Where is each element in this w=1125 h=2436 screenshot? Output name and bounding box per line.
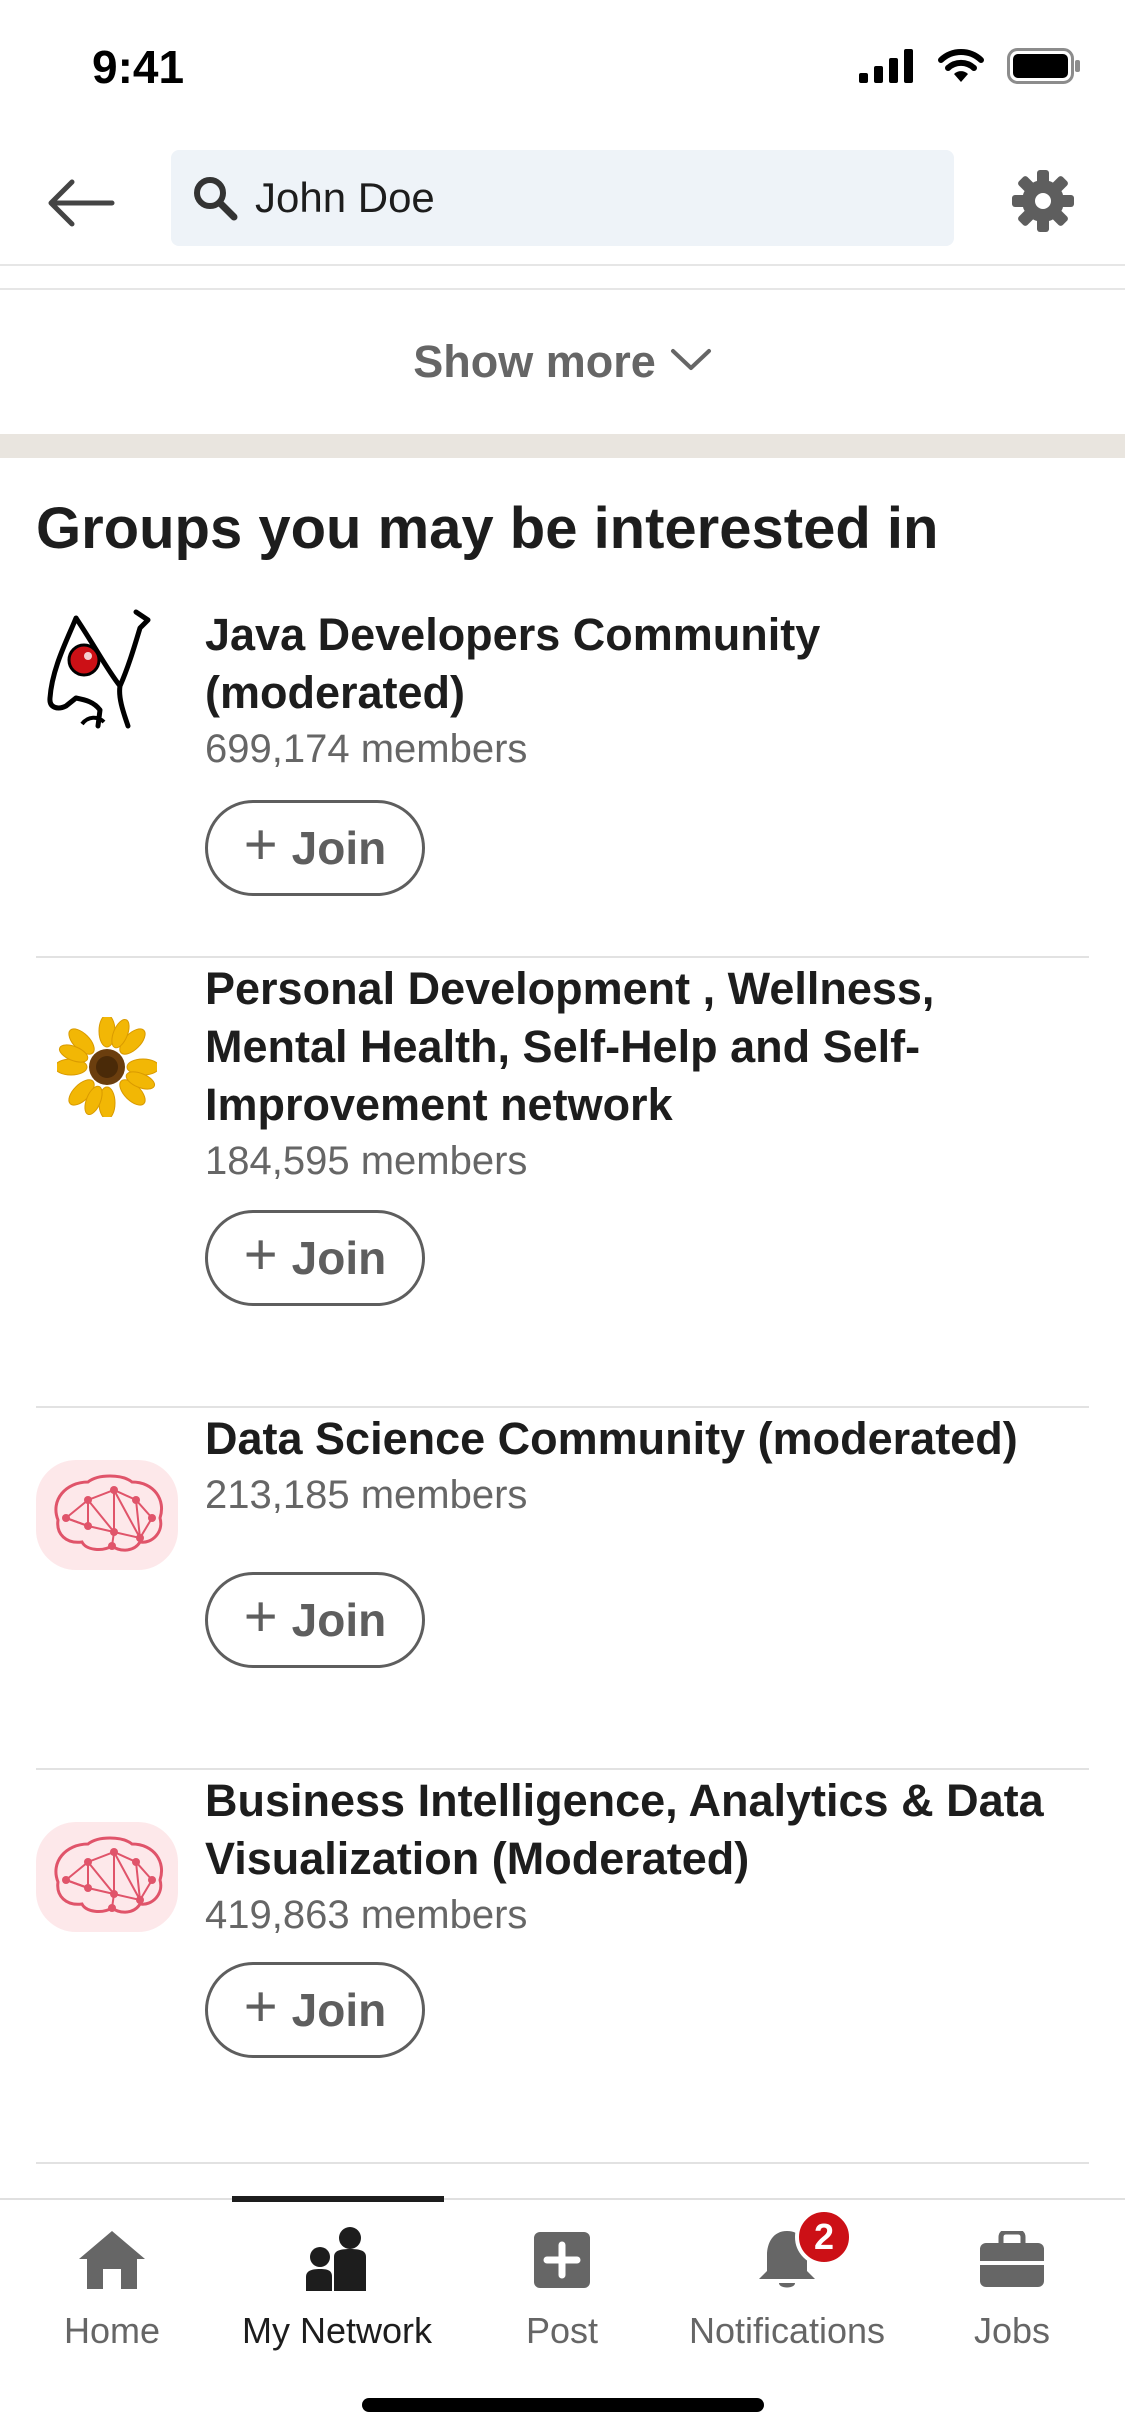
group-name-line: Business Intelligence, Analytics & Data <box>205 1775 1044 1826</box>
join-label: Join <box>291 1232 387 1284</box>
nav-label: Post <box>525 2310 599 2351</box>
nav-item-home[interactable]: Home <box>0 2220 224 2370</box>
show-more-label: Show more <box>413 336 656 387</box>
chevron-down-icon <box>670 347 712 378</box>
group-name[interactable]: Java Developers Community (moderated) <box>205 606 1095 722</box>
nav-item-post[interactable]: Post <box>450 2220 674 2370</box>
battery-icon <box>1007 48 1081 89</box>
notification-badge: 2 <box>795 2208 853 2266</box>
briefcase-icon <box>972 2220 1052 2300</box>
brain-network-icon <box>36 1822 178 1932</box>
nav-active-indicator <box>232 2196 444 2202</box>
group-text: Personal Development , Wellness, Mental … <box>205 960 1095 1188</box>
home-indicator <box>362 2398 764 2412</box>
group-item[interactable]: Business Intelligence, Analytics & Data … <box>0 1770 1125 2164</box>
section-title: Groups you may be interested in <box>36 496 939 561</box>
group-name[interactable]: Business Intelligence, Analytics & Data … <box>205 1772 1095 1888</box>
status-bar: 9:41 <box>0 0 1125 140</box>
status-icons <box>859 48 1081 89</box>
plus-icon: + <box>243 1222 278 1287</box>
nav-label: Jobs <box>973 2310 1051 2351</box>
plus-icon: + <box>243 1584 278 1649</box>
group-name[interactable]: Personal Development , Wellness, Mental … <box>205 960 1095 1134</box>
join-label: Join <box>291 822 387 874</box>
status-time: 9:41 <box>92 41 185 93</box>
group-name-line: Personal Development , Wellness, <box>205 963 935 1014</box>
search-box[interactable] <box>171 150 954 246</box>
group-item[interactable]: Java Developers Community (moderated) 69… <box>0 598 1125 958</box>
nav-item-jobs[interactable]: Jobs <box>900 2220 1124 2370</box>
group-members: 213,185 members <box>205 1473 528 1517</box>
group-item[interactable]: Data Science Community (moderated) 213,1… <box>0 1408 1125 1770</box>
bell-icon: 2 <box>747 2208 853 2300</box>
nav-label: My Network <box>241 2310 433 2351</box>
group-name[interactable]: Data Science Community (moderated) <box>205 1410 1095 1468</box>
group-text: Data Science Community (moderated) 213,1… <box>205 1410 1095 1522</box>
divider <box>36 2162 1089 2164</box>
cellular-signal-icon <box>859 49 915 88</box>
group-members: 184,595 members <box>205 1139 528 1183</box>
nav-label: Notifications <box>688 2310 886 2351</box>
show-more-button[interactable]: Show more <box>0 330 1125 394</box>
page: 9:41 John Doe Show more Groups you may b… <box>0 0 1125 2436</box>
group-members: 699,174 members <box>205 727 528 771</box>
sunflower-icon <box>36 996 178 1138</box>
join-label: Join <box>291 1984 387 2036</box>
java-duke-icon <box>36 598 178 740</box>
join-button[interactable]: + Join <box>205 1210 425 1306</box>
search-header <box>0 140 1125 266</box>
nav-item-my-network[interactable]: My Network <box>225 2220 449 2370</box>
group-name-line: Java Developers Community <box>205 609 821 660</box>
nav-label: Home <box>63 2310 161 2351</box>
search-icon <box>189 172 241 224</box>
group-name-line: (moderated) <box>205 667 466 718</box>
post-icon <box>522 2220 602 2300</box>
group-name-line: Visualization (Moderated) <box>205 1833 750 1884</box>
search-input[interactable] <box>255 174 935 222</box>
group-members: 419,863 members <box>205 1893 528 1937</box>
wifi-icon <box>937 48 985 89</box>
join-button[interactable]: + Join <box>205 1572 425 1668</box>
plus-icon: + <box>243 812 278 877</box>
group-text: Business Intelligence, Analytics & Data … <box>205 1772 1095 1942</box>
group-name-line: Mental Health, Self-Help and Self- <box>205 1021 921 1072</box>
plus-icon: + <box>243 1974 278 2039</box>
group-item[interactable]: Personal Development , Wellness, Mental … <box>0 958 1125 1408</box>
nav-item-notifications[interactable]: 2 Notifications <box>675 2208 899 2370</box>
group-name-line: Improvement network <box>205 1079 673 1130</box>
group-text: Java Developers Community (moderated) 69… <box>205 606 1095 776</box>
group-name-line: Data Science Community (moderated) <box>205 1413 1018 1464</box>
gear-icon <box>1011 169 1075 238</box>
divider <box>0 288 1125 290</box>
group-list: Java Developers Community (moderated) 69… <box>0 598 1125 2164</box>
settings-button[interactable] <box>1005 165 1081 241</box>
back-button[interactable] <box>44 168 118 242</box>
join-button[interactable]: + Join <box>205 800 425 896</box>
network-icon <box>297 2220 377 2300</box>
section-divider <box>0 434 1125 458</box>
join-button[interactable]: + Join <box>205 1962 425 2058</box>
brain-network-icon <box>36 1460 178 1570</box>
home-icon <box>72 2220 152 2300</box>
back-arrow-icon <box>46 178 116 233</box>
join-label: Join <box>291 1594 387 1646</box>
